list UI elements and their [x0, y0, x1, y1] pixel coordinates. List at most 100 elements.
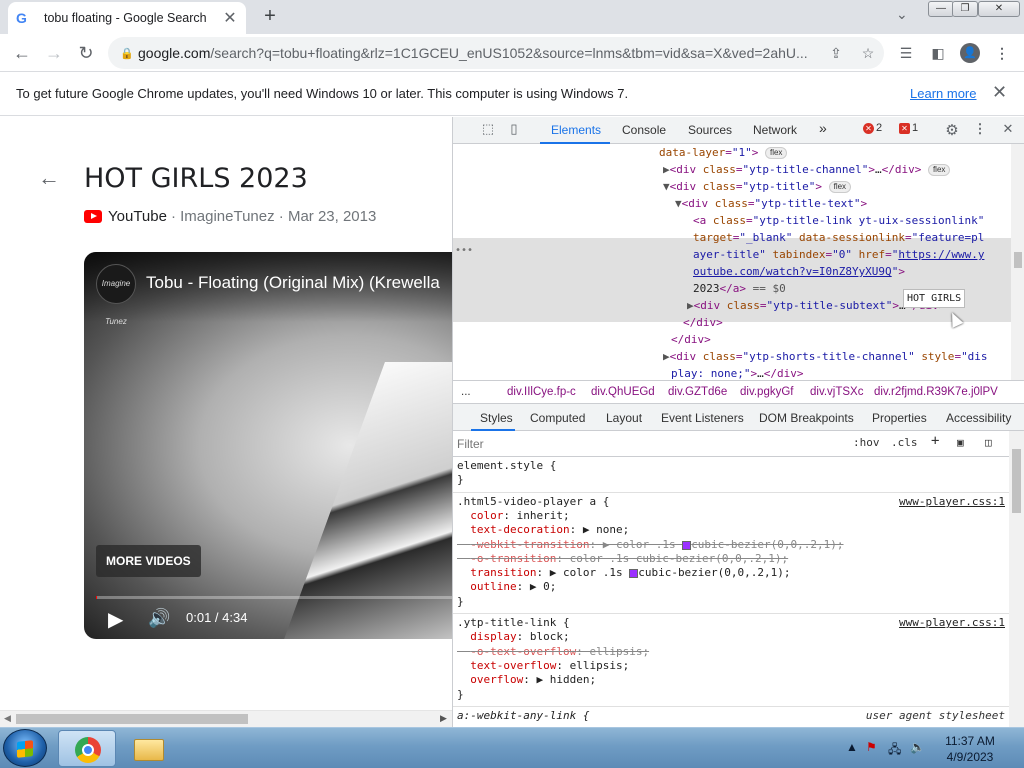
reload-icon[interactable]: ↻ [74, 42, 98, 64]
breadcrumb-item[interactable]: div.pgkyGf [740, 386, 793, 398]
dom-tree-scrollbar[interactable] [1011, 144, 1024, 380]
breadcrumb-item[interactable]: div.r2fjmd.R39K7e.j0lPV [874, 386, 998, 398]
css-rule-line[interactable]: .ytp-title-link { [457, 616, 570, 630]
dom-node-line[interactable]: target="_blank" data-sessionlink="featur… [693, 229, 984, 246]
action-center-flag-icon[interactable]: ⚑ [866, 740, 877, 754]
error-badge[interactable]: ✕ 2 [863, 122, 882, 134]
taskbar-explorer-button[interactable] [120, 730, 178, 767]
more-tabs-icon[interactable]: » [819, 120, 827, 136]
share-icon[interactable]: ⇪ [820, 45, 852, 62]
back-arrow-icon[interactable]: ← [10, 42, 34, 64]
node-actions-ellipsis-icon[interactable]: ••• [455, 242, 473, 259]
scroll-thumb[interactable] [1012, 449, 1021, 513]
channel-logo[interactable]: Imagine Tunez [96, 264, 136, 326]
start-button[interactable] [3, 729, 47, 767]
learn-more-link[interactable]: Learn more [910, 86, 976, 101]
back-arrow-icon[interactable]: ← [38, 165, 60, 191]
volume-tray-icon[interactable]: 🔈 [910, 740, 925, 754]
css-rule-line[interactable]: } [457, 595, 464, 609]
media-queue-icon[interactable]: ☰ [894, 42, 918, 64]
tab-accessibility[interactable]: Accessibility [946, 411, 1011, 425]
dom-node-line[interactable]: </div> [671, 331, 711, 348]
tab-layout[interactable]: Layout [606, 411, 642, 425]
dom-node-line[interactable]: <a class="ytp-title-link yt-uix-sessionl… [693, 212, 984, 229]
scroll-left-icon[interactable]: ◀ [4, 713, 11, 724]
css-rule-line[interactable]: element.style { [457, 459, 556, 473]
tab-search-chevron-icon[interactable]: ⌄ [896, 6, 908, 23]
toggle-sidebar-icon[interactable]: ◫ [985, 436, 992, 449]
address-bar[interactable]: 🔒 google.com/search?q=tobu+floating&rlz=… [108, 37, 884, 69]
tab-network[interactable]: Network [753, 123, 797, 137]
css-rules-pane[interactable]: element.style {} .html5-video-player a { … [453, 457, 1009, 727]
scroll-thumb[interactable] [1014, 252, 1022, 268]
breadcrumb-item[interactable]: div.QhUEGd [591, 386, 655, 398]
volume-icon[interactable]: 🔊 [148, 608, 170, 629]
play-icon[interactable]: ▶ [108, 607, 123, 632]
devtools-menu-icon[interactable]: ⋮ [971, 121, 989, 137]
breadcrumb-item[interactable]: div.IIlCye.fp-c [507, 386, 576, 398]
tab-console[interactable]: Console [622, 123, 666, 137]
tab-computed[interactable]: Computed [530, 411, 585, 425]
styles-scrollbar[interactable] [1009, 431, 1024, 727]
menu-kebab-icon[interactable]: ⋮ [990, 42, 1014, 64]
rule-source-link[interactable]: www-player.css:1 [899, 616, 1005, 630]
tab-properties[interactable]: Properties [872, 411, 927, 425]
dom-node-line[interactable]: ▶<div class="ytp-title-channel">…</div> … [663, 161, 951, 178]
device-toolbar-icon[interactable]: ▯ [505, 121, 523, 137]
dom-node-line[interactable]: ▼<div class="ytp-title"> flex [663, 178, 852, 195]
dom-node-line[interactable]: data-layer="1"> flex [659, 144, 788, 161]
new-tab-icon[interactable]: + [258, 5, 282, 28]
player-video-title[interactable]: Tobu - Floating (Original Mix) (Krewella [146, 273, 440, 293]
close-window-button[interactable]: ✕ [978, 1, 1020, 17]
inspect-element-icon[interactable]: ⬚ [479, 121, 497, 137]
issues-badge[interactable]: ✕ 1 [899, 122, 918, 134]
scroll-thumb[interactable] [16, 714, 248, 724]
css-rule-line[interactable]: transition: ▶ color .1s cubic-bezier(0,0… [457, 566, 790, 580]
css-rule-line[interactable]: text-overflow: ellipsis; [457, 659, 629, 673]
rule-source-link[interactable]: www-player.css:1 [899, 495, 1005, 509]
css-rule-line[interactable]: -o-text-overflow: ellipsis; [457, 645, 649, 659]
settings-gear-icon[interactable]: ⚙ [943, 121, 961, 139]
dom-node-line[interactable]: </div> [683, 314, 723, 331]
page-horizontal-scrollbar[interactable]: ◀ ▶ [0, 710, 452, 727]
forward-arrow-icon[interactable]: → [42, 42, 66, 64]
css-rule-line[interactable]: overflow: ▶ hidden; [457, 673, 596, 687]
css-rule-line[interactable]: a:-webkit-any-link { [457, 709, 589, 723]
css-rule-line[interactable]: } [457, 688, 464, 702]
dom-node-line[interactable]: ayer-title" tabindex="0" href="https://w… [693, 246, 984, 263]
bookmark-star-icon[interactable]: ☆ [852, 45, 884, 62]
filter-input[interactable] [457, 434, 817, 454]
tab-dom-breakpoints[interactable]: DOM Breakpoints [759, 411, 854, 425]
profile-avatar-icon[interactable]: 👤 [960, 43, 980, 63]
tab-event-listeners[interactable]: Event Listeners [661, 411, 744, 425]
dom-node-line[interactable]: 2023</a> == $0 [693, 280, 786, 297]
taskbar-chrome-button[interactable] [58, 730, 116, 767]
css-rule-line[interactable]: .html5-video-player a { [457, 495, 609, 509]
dom-tree[interactable]: ••• data-layer="1"> flex ▶<div class="ytp… [453, 144, 1011, 380]
css-rule-line[interactable]: text-decoration: ▶ none; [457, 523, 629, 537]
browser-tab[interactable]: G tobu floating - Google Search ✕ [8, 2, 246, 34]
network-icon[interactable]: 🖧 [888, 740, 901, 761]
tab-styles[interactable]: Styles [480, 411, 513, 425]
tab-sources[interactable]: Sources [688, 123, 732, 137]
paint-brush-icon[interactable]: ▣ [957, 436, 964, 449]
dom-node-line[interactable]: ▶<div class="ytp-shorts-title-channel" s… [663, 348, 988, 365]
close-devtools-icon[interactable]: ✕ [999, 121, 1017, 137]
minimize-window-button[interactable]: — [928, 1, 954, 17]
more-videos-button[interactable]: MORE VIDEOS [96, 545, 201, 577]
css-rule-line[interactable]: -webkit-transition: ▶ color .1s cubic-be… [457, 538, 843, 552]
restore-window-button[interactable]: ❐ [952, 1, 978, 17]
progress-bar[interactable] [96, 596, 452, 599]
dom-node-line[interactable]: play: none;">…</div> [671, 365, 803, 380]
scroll-right-icon[interactable]: ▶ [440, 713, 447, 724]
infobar-close-icon[interactable]: ✕ [992, 82, 1007, 103]
css-rule-line[interactable]: } [457, 473, 464, 487]
tab-elements[interactable]: Elements [551, 123, 601, 137]
dom-node-line[interactable]: ▼<div class="ytp-title-text"> [675, 195, 867, 212]
css-rule-line[interactable]: color: inherit; [457, 509, 569, 523]
css-rule-line[interactable]: display: block; [457, 630, 569, 644]
breadcrumb-ellipsis[interactable]: ... [461, 386, 471, 398]
add-rule-icon[interactable]: + [931, 433, 939, 449]
video-player[interactable]: Imagine Tunez Tobu - Floating (Original … [84, 252, 452, 639]
side-panel-icon[interactable]: ◧ [926, 42, 950, 64]
